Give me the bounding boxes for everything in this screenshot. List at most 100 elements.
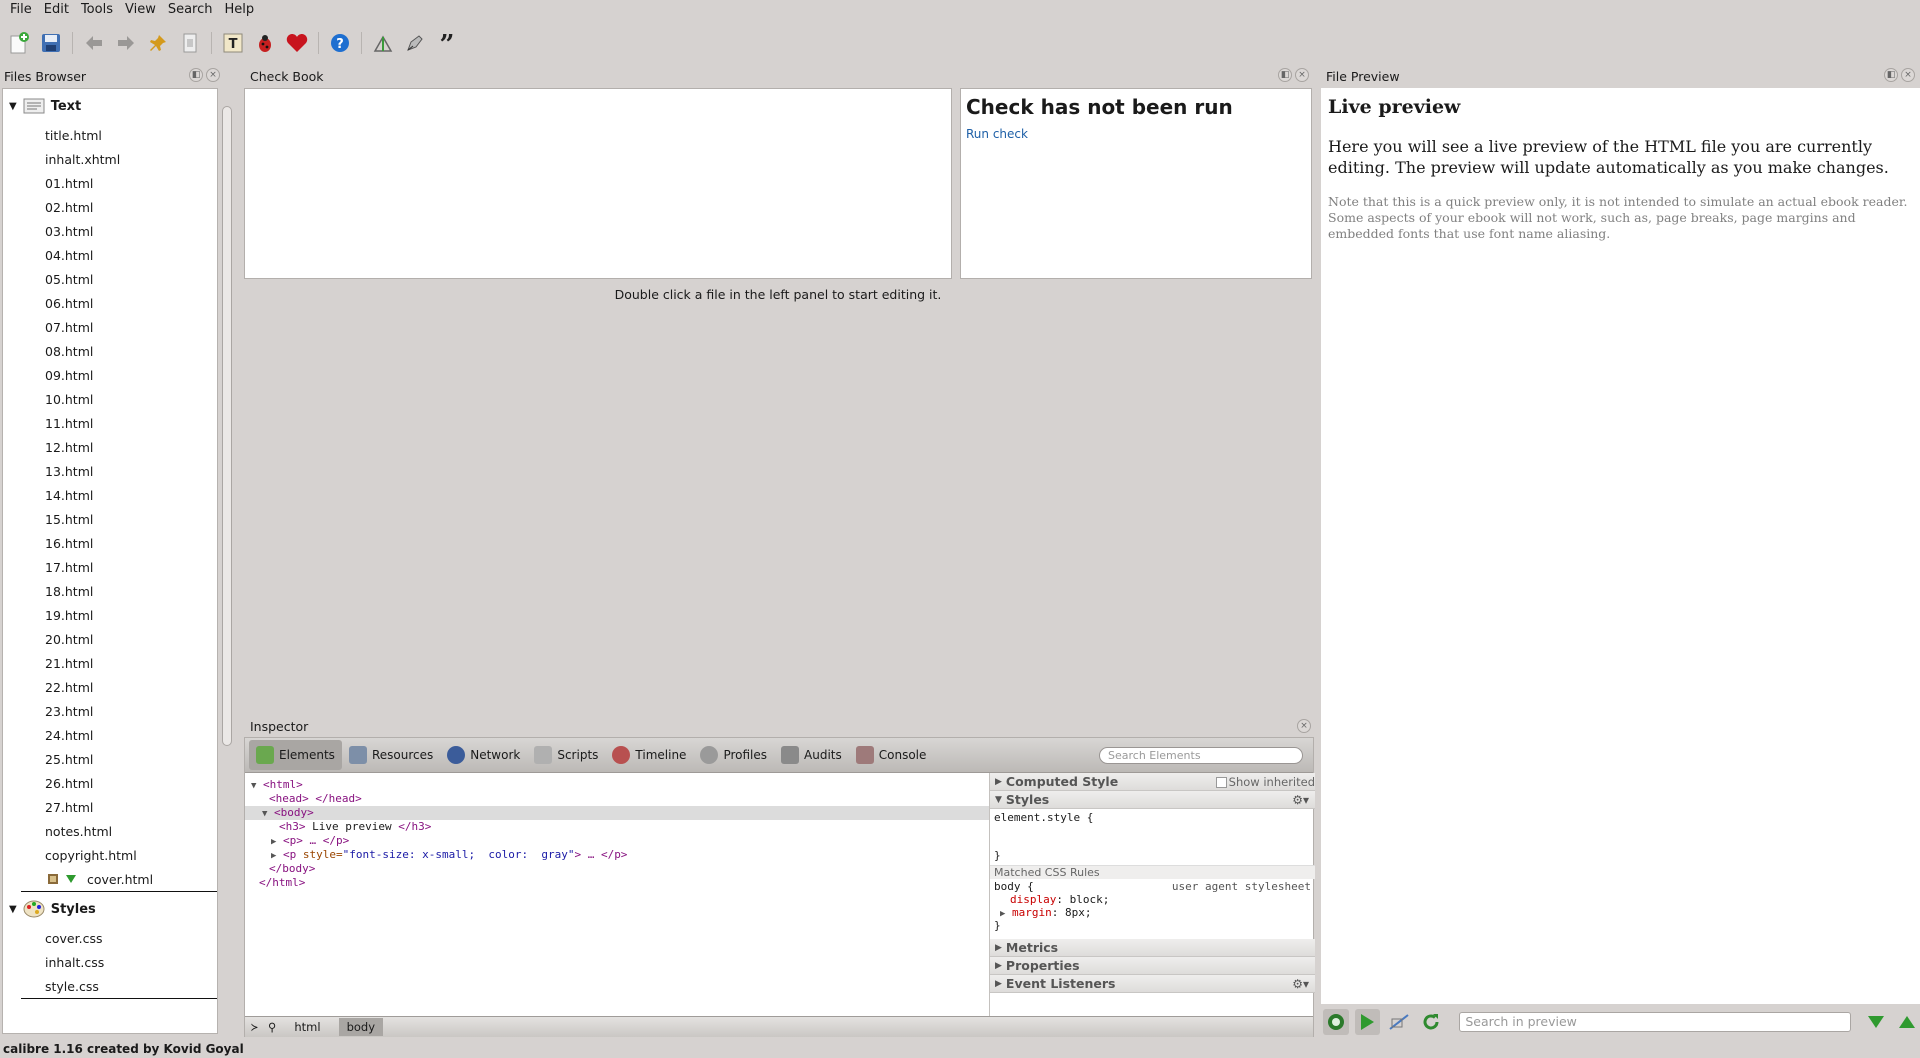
file-item[interactable]: 24.html	[3, 723, 217, 747]
tab-console[interactable]: Console	[849, 740, 934, 770]
collapsed-triangle-icon[interactable]: ▶	[1000, 909, 1005, 919]
file-item[interactable]: 01.html	[3, 171, 217, 195]
donate-button[interactable]	[284, 30, 310, 56]
tree-category-text[interactable]: ▼ Text	[3, 89, 217, 123]
run-check-link[interactable]: Run check	[966, 127, 1028, 141]
tab-profiles[interactable]: Profiles	[693, 740, 774, 770]
spell-check-button[interactable]	[402, 30, 428, 56]
close-icon[interactable]: ×	[1901, 68, 1915, 82]
file-item[interactable]: 02.html	[3, 195, 217, 219]
file-item[interactable]: 22.html	[3, 675, 217, 699]
file-item-cover[interactable]: cover.html	[3, 867, 217, 891]
file-item[interactable]: 17.html	[3, 555, 217, 579]
show-inherited-checkbox[interactable]: Show inherited	[1215, 775, 1315, 789]
file-item[interactable]: 16.html	[3, 531, 217, 555]
help-button[interactable]: ?	[327, 30, 353, 56]
smarten-quotes-button[interactable]: ”	[434, 30, 460, 56]
file-item[interactable]: title.html	[3, 123, 217, 147]
dom-node-html-close[interactable]: </html>	[245, 876, 989, 890]
float-icon[interactable]: ◧	[1884, 68, 1898, 82]
scrollbar-thumb[interactable]	[222, 106, 232, 746]
file-item[interactable]: notes.html	[3, 819, 217, 843]
debug-button[interactable]	[252, 30, 278, 56]
file-item[interactable]: 04.html	[3, 243, 217, 267]
dom-node-p-styled[interactable]: ▶ <p style="font-size: x-small; color: g…	[245, 848, 989, 862]
find-next-button[interactable]	[1863, 1009, 1889, 1035]
close-icon[interactable]: ×	[1295, 68, 1309, 82]
file-item[interactable]: 13.html	[3, 459, 217, 483]
event-listeners-section[interactable]: ▶ Event Listeners ⚙▾	[990, 975, 1315, 993]
play-button[interactable]	[1354, 1009, 1381, 1035]
mark-book-button[interactable]	[370, 30, 396, 56]
search-in-preview-input[interactable]: Search in preview	[1459, 1012, 1851, 1032]
find-previous-button[interactable]	[1894, 1009, 1920, 1035]
auto-reload-button[interactable]	[1323, 1009, 1349, 1035]
file-item[interactable]: 10.html	[3, 387, 217, 411]
console-toggle-icon[interactable]: ≻	[251, 1020, 258, 1034]
chevron-down-icon[interactable]: ▼	[9, 101, 17, 112]
tab-resources[interactable]: Resources	[342, 740, 440, 770]
tab-elements[interactable]: Elements	[249, 740, 342, 770]
tree-category-styles[interactable]: ▼ Styles	[3, 892, 217, 926]
search-elements-input[interactable]: Search Elements	[1099, 747, 1303, 764]
gear-icon[interactable]: ⚙▾	[1292, 977, 1309, 991]
checkpoint-button[interactable]	[145, 30, 171, 56]
breadcrumb-body[interactable]: body	[338, 1018, 384, 1036]
dom-node-p[interactable]: ▶ <p> … </p>	[245, 834, 989, 848]
gear-icon[interactable]: ⚙▾	[1292, 793, 1309, 807]
dom-node-head[interactable]: <head> </head>	[245, 792, 989, 806]
menu-view[interactable]: View	[119, 0, 162, 20]
file-item[interactable]: 11.html	[3, 411, 217, 435]
computed-style-section[interactable]: ▶ Computed Style Show inherited	[990, 773, 1315, 791]
collapsed-triangle-icon[interactable]: ▶	[271, 837, 276, 847]
file-item[interactable]: 09.html	[3, 363, 217, 387]
back-button[interactable]	[81, 30, 107, 56]
file-item[interactable]: 21.html	[3, 651, 217, 675]
menu-help[interactable]: Help	[219, 0, 261, 20]
styles-section[interactable]: ▼ Styles ⚙▾	[990, 791, 1315, 809]
file-item[interactable]: 14.html	[3, 483, 217, 507]
file-item[interactable]: cover.css	[3, 926, 217, 950]
file-item[interactable]: inhalt.css	[3, 950, 217, 974]
tab-scripts[interactable]: Scripts	[527, 740, 605, 770]
file-item[interactable]: 12.html	[3, 435, 217, 459]
tab-timeline[interactable]: Timeline	[605, 740, 693, 770]
file-item[interactable]: inhalt.xhtml	[3, 147, 217, 171]
tab-network[interactable]: Network	[440, 740, 527, 770]
file-item[interactable]: style.css	[3, 974, 217, 998]
menu-edit[interactable]: Edit	[38, 0, 75, 20]
menu-file[interactable]: File	[4, 0, 38, 20]
file-item[interactable]: 08.html	[3, 339, 217, 363]
file-item[interactable]: 26.html	[3, 771, 217, 795]
float-icon[interactable]: ◧	[1278, 68, 1292, 82]
dom-node-html[interactable]: ▼ <html>	[245, 778, 989, 792]
float-icon[interactable]: ◧	[189, 68, 203, 82]
file-item[interactable]: 15.html	[3, 507, 217, 531]
compare-button[interactable]	[177, 30, 203, 56]
file-item[interactable]: 18.html	[3, 579, 217, 603]
file-item[interactable]: 07.html	[3, 315, 217, 339]
new-file-button[interactable]	[6, 30, 32, 56]
file-item[interactable]: 06.html	[3, 291, 217, 315]
save-button[interactable]	[38, 30, 64, 56]
file-item[interactable]: 05.html	[3, 267, 217, 291]
forward-button[interactable]	[113, 30, 139, 56]
split-view-button[interactable]	[1386, 1009, 1412, 1035]
metrics-section[interactable]: ▶ Metrics	[990, 939, 1315, 957]
file-item[interactable]: 19.html	[3, 603, 217, 627]
expand-triangle-icon[interactable]: ▼	[251, 781, 256, 791]
file-item[interactable]: copyright.html	[3, 843, 217, 867]
menu-tools[interactable]: Tools	[75, 0, 119, 20]
dom-node-body-close[interactable]: </body>	[245, 862, 989, 876]
text-tool-button[interactable]: T	[220, 30, 246, 56]
collapsed-triangle-icon[interactable]: ▶	[271, 851, 276, 861]
close-icon[interactable]: ×	[1297, 719, 1311, 733]
refresh-button[interactable]	[1418, 1009, 1444, 1035]
dom-node-h3[interactable]: <h3> Live preview </h3>	[245, 820, 989, 834]
menu-search[interactable]: Search	[162, 0, 219, 20]
chevron-down-icon[interactable]: ▼	[9, 904, 17, 915]
files-scrollbar[interactable]	[221, 102, 233, 1024]
file-item[interactable]: 25.html	[3, 747, 217, 771]
properties-section[interactable]: ▶ Properties	[990, 957, 1315, 975]
dom-node-body[interactable]: ▼ <body>	[245, 806, 989, 820]
